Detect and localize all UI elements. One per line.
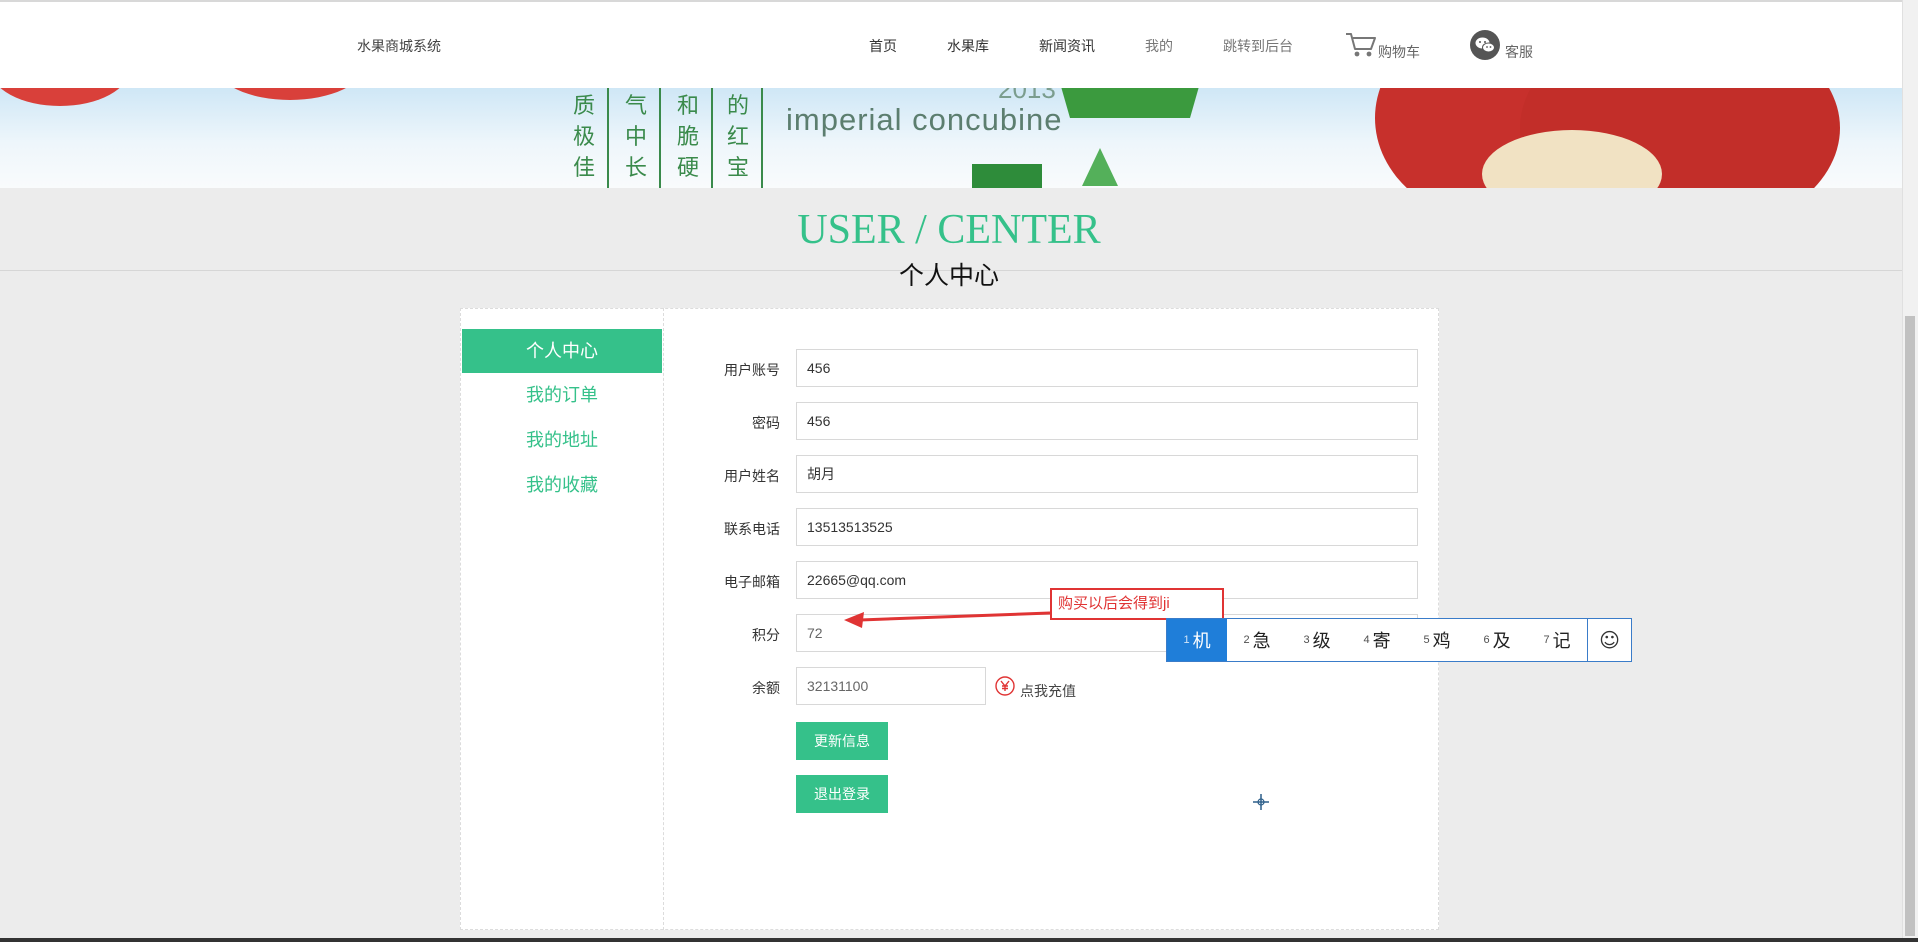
nav-cart[interactable]: 购物车 [1378,42,1420,62]
banner-image: 质极佳 气中长 和脆硬 的红宝 2013 imperial concubine [0,88,1902,188]
ime-candidate[interactable]: 7记 [1527,619,1587,661]
balance-label: 余额 [752,680,780,696]
balance-input [796,667,986,705]
sidebar-item-orders[interactable]: 我的订单 [462,373,662,417]
sidebar-item-profile[interactable]: 个人中心 [462,329,662,373]
phone-input[interactable] [796,508,1418,546]
ime-candidate[interactable]: 6及 [1467,619,1527,661]
wechat-icon[interactable] [1470,30,1500,60]
cart-icon[interactable] [1344,31,1378,59]
banner-text-col: 气中长 [625,93,648,180]
annotation-arrow [844,611,1051,628]
recharge-link[interactable]: 点我充值 [1020,681,1076,701]
banner-subtitle: imperial concubine [786,102,1063,137]
page-title-cn: 个人中心 [898,262,999,290]
emoji-icon[interactable]: ☺ [1587,619,1631,661]
nav-mine[interactable]: 我的 [1145,36,1173,56]
scrollbar-thumb[interactable] [1905,316,1915,936]
page-title-en: USER / CENTER [797,207,1101,253]
ime-candidate[interactable]: 4寄 [1347,619,1407,661]
ime-candidate[interactable]: 1机 [1167,619,1227,661]
email-label: 电子邮箱 [724,574,780,590]
nav-home[interactable]: 首页 [869,36,897,56]
site-name[interactable]: 水果商城系统 [357,36,441,56]
name-input[interactable] [796,455,1418,493]
top-navbar: 水果商城系统 首页 水果库 新闻资讯 我的 跳转到后台 购物车 客服 [0,0,1918,88]
update-info-button[interactable]: 更新信息 [796,722,888,760]
window-bottom-edge [0,938,1918,942]
nav-fruit-library[interactable]: 水果库 [947,36,989,56]
ime-candidate[interactable]: 5鸡 [1407,619,1467,661]
nav-admin[interactable]: 跳转到后台 [1223,36,1293,56]
password-input[interactable] [796,402,1418,440]
annotation-textbox[interactable]: 购买以后会得到ji [1050,588,1224,620]
nav-news[interactable]: 新闻资讯 [1039,36,1095,56]
ime-candidate[interactable]: 3级 [1287,619,1347,661]
nav-customer-service[interactable]: 客服 [1505,42,1533,62]
sidebar-divider [663,308,664,930]
yen-icon[interactable] [995,676,1015,696]
banner-text-col: 的红宝 [727,93,750,180]
banner-text-col: 和脆硬 [677,93,700,180]
account-label: 用户账号 [724,362,780,378]
name-label: 用户姓名 [724,468,780,484]
logout-button[interactable]: 退出登录 [796,775,888,813]
crosshair-cursor-icon [1253,794,1269,810]
account-input[interactable] [796,349,1418,387]
phone-label: 联系电话 [724,521,780,537]
points-label: 积分 [752,627,780,643]
sidebar-item-favorites[interactable]: 我的收藏 [462,463,662,507]
ime-candidate-bar: 1机 2急 3级 4寄 5鸡 6及 7记 ☺ [1166,618,1632,662]
banner-text-col: 质极佳 [573,93,596,180]
ime-candidate[interactable]: 2急 [1227,619,1287,661]
sidebar-item-address[interactable]: 我的地址 [462,418,662,462]
password-label: 密码 [752,415,780,431]
